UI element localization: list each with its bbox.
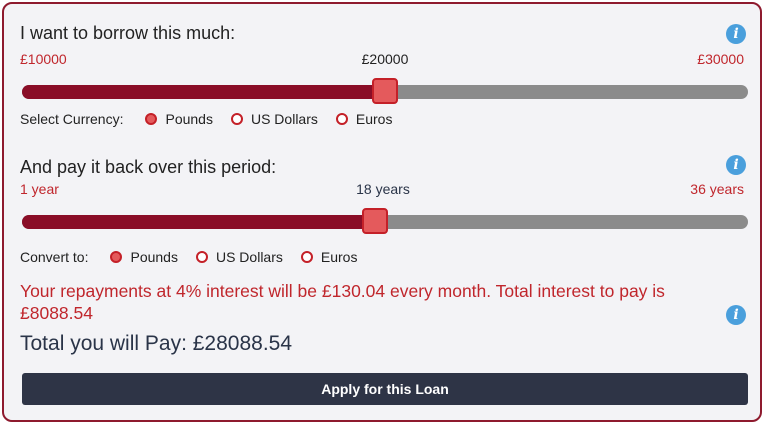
borrow-max-label: £30000: [697, 51, 744, 67]
currency-option-label: Euros: [355, 111, 393, 127]
period-max-label: 36 years: [690, 181, 744, 197]
currency-label: Select Currency:: [20, 111, 124, 127]
convert-label: Convert to:: [20, 249, 89, 265]
convert-option-label: Euros: [320, 249, 358, 265]
radio-unselected-icon[interactable]: [195, 251, 208, 263]
currency-option-euros[interactable]: Euros: [335, 111, 393, 127]
apply-loan-button[interactable]: Apply for this Loan: [22, 373, 748, 405]
radio-unselected-icon[interactable]: [230, 113, 243, 125]
currency-option-us-dollars[interactable]: US Dollars: [230, 111, 318, 127]
period-slider-handle[interactable]: [361, 208, 388, 234]
repayment-summary: Your repayments at 4% interest will be £…: [20, 281, 665, 323]
borrow-min-label: £10000: [20, 51, 67, 67]
period-min-label: 1 year: [20, 181, 59, 197]
convert-radio-group: Convert to: Pounds US Dollars Euros: [20, 249, 375, 265]
period-current-label: 18 years: [356, 181, 410, 197]
convert-option-us-dollars[interactable]: US Dollars: [195, 249, 283, 265]
radio-selected-icon[interactable]: [110, 251, 123, 263]
radio-unselected-icon[interactable]: [335, 113, 348, 125]
borrow-slider-track[interactable]: [22, 78, 748, 104]
currency-option-label: US Dollars: [250, 111, 318, 127]
total-payable: Total you will Pay: £28088.54: [20, 332, 293, 355]
currency-option-pounds[interactable]: Pounds: [145, 111, 213, 127]
radio-unselected-icon[interactable]: [300, 251, 313, 263]
borrow-slider-fill: [22, 85, 385, 99]
period-slider-fill: [22, 215, 375, 229]
info-icon[interactable]: i: [726, 305, 746, 325]
convert-option-euros[interactable]: Euros: [300, 249, 358, 265]
convert-option-label: US Dollars: [215, 249, 283, 265]
borrow-slider-handle[interactable]: [372, 78, 398, 104]
info-icon[interactable]: i: [726, 24, 746, 44]
period-heading: And pay it back over this period:: [20, 157, 277, 177]
period-slider-track[interactable]: [22, 208, 748, 234]
info-icon[interactable]: i: [726, 155, 746, 175]
currency-option-label: Pounds: [165, 111, 213, 127]
borrow-heading: I want to borrow this much:: [20, 23, 236, 43]
radio-selected-icon[interactable]: [145, 113, 158, 125]
currency-radio-group: Select Currency: Pounds US Dollars Euros: [20, 111, 410, 127]
convert-option-pounds[interactable]: Pounds: [110, 249, 178, 265]
borrow-current-label: £20000: [361, 51, 409, 67]
convert-option-label: Pounds: [130, 249, 178, 265]
loan-calculator-card: I want to borrow this much: i £10000 £20…: [2, 2, 762, 422]
